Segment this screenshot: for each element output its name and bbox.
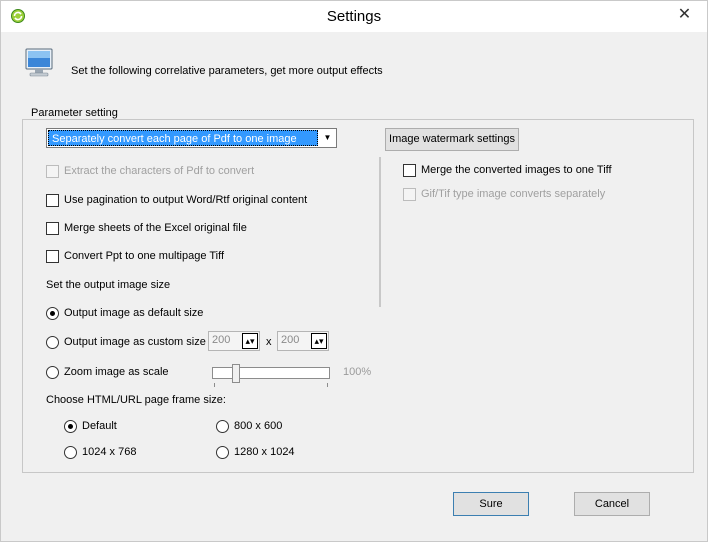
frame-800-radio[interactable]	[216, 420, 229, 433]
slider-tick-end	[327, 383, 328, 387]
title-bar: Settings ✕	[1, 1, 707, 32]
image-size-heading: Set the output image size	[46, 279, 171, 291]
ppt-multipage-label: Convert Ppt to one multipage Tiff	[64, 250, 224, 262]
merge-tiff-checkbox[interactable]	[403, 164, 416, 177]
image-watermark-settings-button[interactable]: Image watermark settings	[385, 128, 519, 151]
zoom-percent-value: 100%	[343, 366, 372, 378]
chevron-down-icon[interactable]: ▼	[320, 130, 335, 146]
merge-tiff-label: Merge the converted images to one Tiff	[421, 164, 612, 176]
monitor-icon	[25, 48, 53, 77]
width-spin-arrows-icon[interactable]: ▴▾	[242, 333, 258, 349]
cancel-button[interactable]: Cancel	[574, 492, 650, 516]
height-stepper[interactable]: 200 ▴▾	[277, 331, 329, 351]
sure-button[interactable]: Sure	[453, 492, 529, 516]
frame-1280-label: 1280 x 1024	[234, 446, 295, 458]
height-spin-arrows-icon[interactable]: ▴▾	[311, 333, 327, 349]
extract-characters-checkbox[interactable]	[46, 165, 59, 178]
width-stepper[interactable]: 200 ▴▾	[208, 331, 260, 351]
close-button[interactable]: ✕	[662, 1, 707, 30]
zoom-slider-thumb[interactable]	[232, 364, 241, 383]
convert-mode-value: Separately convert each page of Pdf to o…	[48, 130, 318, 146]
default-size-label: Output image as default size	[64, 307, 204, 319]
frame-1280-radio[interactable]	[216, 446, 229, 459]
default-size-radio[interactable]	[46, 307, 59, 320]
vertical-separator	[379, 157, 381, 307]
zoom-scale-radio[interactable]	[46, 366, 59, 379]
size-times-label: x	[266, 336, 272, 348]
pagination-label: Use pagination to output Word/Rtf origin…	[64, 194, 308, 206]
frame-800-label: 800 x 600	[234, 420, 283, 432]
extract-characters-label: Extract the characters of Pdf to convert	[64, 165, 255, 177]
zoom-slider-track[interactable]	[212, 367, 330, 379]
gif-tif-checkbox[interactable]	[403, 188, 416, 201]
custom-size-radio[interactable]	[46, 336, 59, 349]
slider-tick-start	[214, 383, 215, 387]
convert-mode-select[interactable]: Separately convert each page of Pdf to o…	[46, 128, 337, 148]
frame-size-heading: Choose HTML/URL page frame size:	[46, 394, 226, 406]
gif-tif-label: Gif/Tif type image converts separately	[421, 188, 606, 200]
height-value: 200	[281, 334, 300, 346]
settings-window: Settings ✕ Set the following correlative…	[0, 0, 708, 542]
frame-default-radio[interactable]	[64, 420, 77, 433]
frame-1024-label: 1024 x 768	[82, 446, 137, 458]
merge-sheets-label: Merge sheets of the Excel original file	[64, 222, 247, 234]
zoom-scale-label: Zoom image as scale	[64, 366, 169, 378]
frame-1024-radio[interactable]	[64, 446, 77, 459]
window-title: Settings	[326, 8, 382, 25]
width-value: 200	[212, 334, 231, 346]
close-icon: ✕	[677, 6, 692, 23]
ppt-multipage-checkbox[interactable]	[46, 250, 59, 263]
header-description: Set the following correlative parameters…	[71, 65, 383, 77]
pagination-checkbox[interactable]	[46, 194, 59, 207]
merge-sheets-checkbox[interactable]	[46, 222, 59, 235]
custom-size-label: Output image as custom size	[64, 336, 206, 348]
groupbox-label: Parameter setting	[29, 107, 120, 119]
frame-default-label: Default	[82, 420, 117, 432]
